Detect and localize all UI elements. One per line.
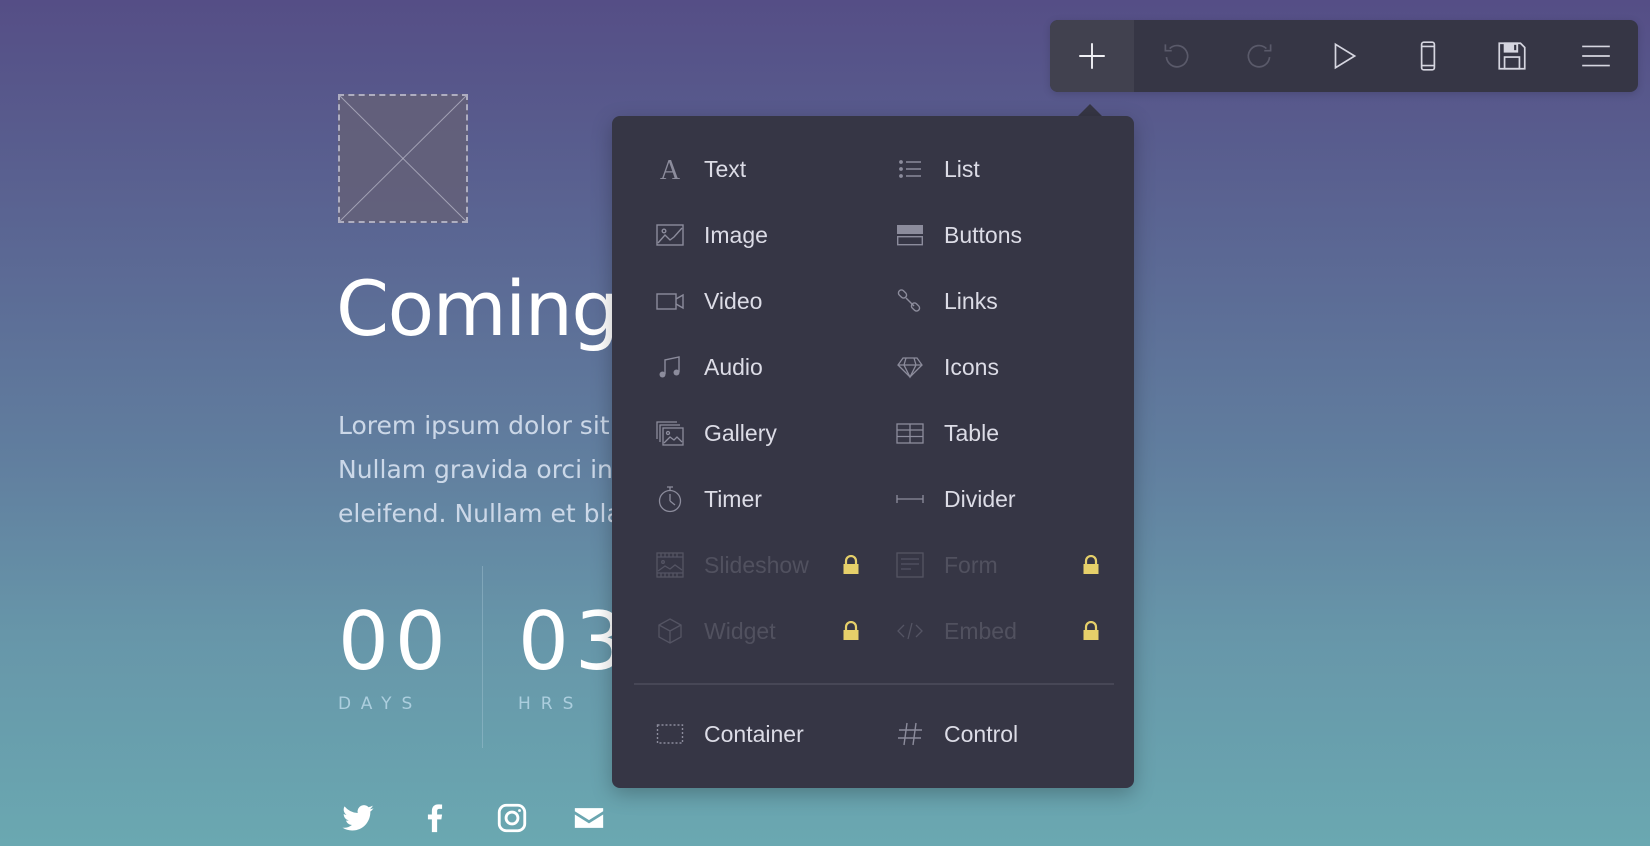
menu-item-divider[interactable]: Divider [896,466,1116,532]
music-note-icon [656,353,684,381]
video-icon [656,287,684,315]
menu-divider [634,683,1114,685]
menu-item-list[interactable]: List [896,136,1116,202]
hash-icon [896,720,924,748]
svg-text:A: A [660,155,681,183]
menu-item-control[interactable]: Control [896,701,1116,767]
counter-days: 00 DAYS [338,595,452,715]
lock-icon [843,555,859,574]
menu-item-slideshow[interactable]: Slideshow [656,532,876,598]
hamburger-icon [1582,45,1610,67]
link-icon [896,287,924,315]
counter-divider [482,566,483,748]
mobile-icon [1420,41,1436,71]
twitter-icon[interactable] [340,800,376,836]
facebook-icon[interactable] [417,800,453,836]
counter-days-value: 00 [338,595,452,688]
menu-item-widget[interactable]: Widget [656,598,876,664]
dashed-box-icon [656,720,684,748]
diamond-icon [896,353,924,381]
add-block-button[interactable] [1050,20,1134,92]
main-menu-button[interactable] [1554,20,1638,92]
code-icon [896,617,924,645]
undo-icon [1164,44,1189,68]
save-button[interactable] [1470,20,1554,92]
form-icon [896,551,924,579]
buttons-icon [896,221,924,249]
gallery-icon [656,419,684,447]
menu-item-timer[interactable]: Timer [656,466,876,532]
plus-icon [1079,43,1105,69]
lock-icon [1083,621,1099,640]
menu-item-video[interactable]: Video [656,268,876,334]
lock-icon [1083,555,1099,574]
email-icon[interactable] [571,800,607,836]
add-block-menu: A Text List Image Buttons Video Links Au… [612,116,1134,788]
mobile-view-button[interactable] [1386,20,1470,92]
stopwatch-icon [656,485,684,513]
divider-icon [896,485,924,513]
menu-item-links[interactable]: Links [896,268,1116,334]
menu-item-audio[interactable]: Audio [656,334,876,400]
menu-item-table[interactable]: Table [896,400,1116,466]
instagram-icon[interactable] [494,800,530,836]
slideshow-icon [656,551,684,579]
list-icon [896,155,924,183]
menu-item-container[interactable]: Container [656,701,876,767]
table-icon [896,419,924,447]
menu-item-form[interactable]: Form [896,532,1116,598]
page-headline[interactable]: Coming [336,264,620,353]
play-icon [1334,42,1357,70]
counter-days-label: DAYS [338,694,423,714]
menu-item-image[interactable]: Image [656,202,876,268]
menu-item-icons[interactable]: Icons [896,334,1116,400]
cube-icon [656,617,684,645]
save-icon [1498,42,1526,70]
menu-item-embed[interactable]: Embed [896,598,1116,664]
image-icon [656,221,684,249]
image-placeholder-cross-icon [340,96,466,221]
redo-icon [1247,44,1272,68]
social-links [340,800,607,836]
editor-toolbar [1050,20,1638,92]
menu-item-gallery[interactable]: Gallery [656,400,876,466]
redo-button[interactable] [1218,20,1302,92]
undo-button[interactable] [1134,20,1218,92]
text-icon: A [656,155,684,183]
menu-item-text[interactable]: A Text [656,136,876,202]
popover-arrow [1078,104,1102,116]
preview-button[interactable] [1302,20,1386,92]
lock-icon [843,621,859,640]
menu-item-buttons[interactable]: Buttons [896,202,1116,268]
image-placeholder[interactable] [338,94,468,223]
